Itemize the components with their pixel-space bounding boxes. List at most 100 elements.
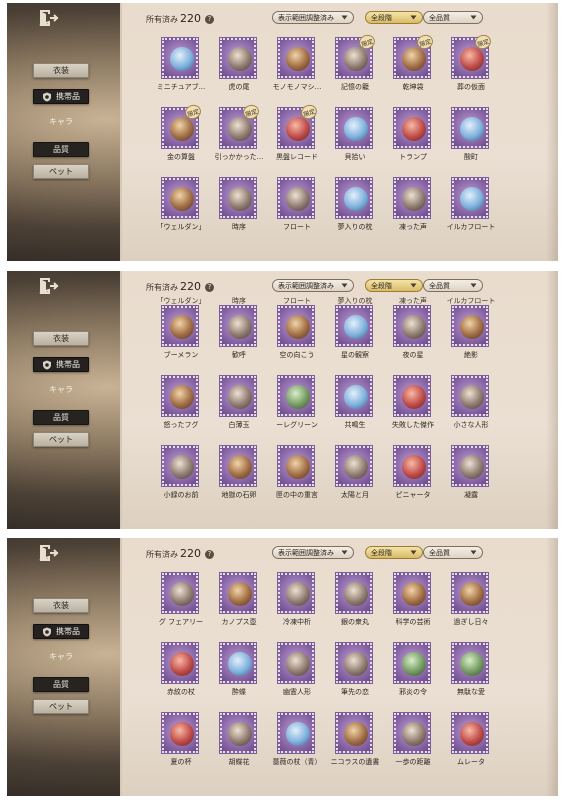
collection-item[interactable]: 限定 記憶の籠 bbox=[326, 32, 384, 104]
dropdown-value: 全品質 bbox=[429, 281, 450, 290]
owned-count: 所有済み 220? bbox=[146, 547, 214, 560]
sidebar-costume-button[interactable]: 衣装 bbox=[33, 598, 89, 613]
collection-item[interactable]: トランプ bbox=[384, 107, 442, 174]
collection-item[interactable]: 薔薇の杖（青） bbox=[268, 712, 326, 779]
collection-item[interactable]: ーレグリーン bbox=[268, 375, 326, 442]
sidebar-carried-button[interactable]: 携帯品 bbox=[33, 357, 89, 372]
collection-item[interactable]: 一歩の距離 bbox=[384, 712, 442, 779]
collection-item[interactable]: 凝露 bbox=[442, 445, 500, 512]
collection-item[interactable]: 歓呼 bbox=[210, 305, 268, 372]
collection-item[interactable]: 限定 葬の仮面 bbox=[442, 32, 500, 104]
sidebar-pet-button[interactable]: ペット bbox=[33, 699, 89, 714]
item-label: 胡蝶花 bbox=[228, 758, 250, 766]
stage-filter-dropdown[interactable]: 全段階 bbox=[365, 546, 423, 559]
item-image bbox=[170, 187, 194, 211]
sidebar-costume-button[interactable]: 衣装 bbox=[33, 63, 89, 78]
collection-item[interactable]: ニコラスの遺書 bbox=[326, 712, 384, 779]
sidebar-chara-label[interactable]: キャラ bbox=[33, 116, 89, 127]
collection-item[interactable]: カノプス壺 bbox=[210, 572, 268, 639]
collection-item[interactable]: 限定 引っかかった... bbox=[210, 102, 268, 174]
collection-item[interactable]: ミニチュアブ... bbox=[152, 37, 210, 104]
item-stamp-icon bbox=[393, 572, 431, 614]
collection-item[interactable]: 太陽と月 bbox=[326, 445, 384, 512]
stage-filter-dropdown[interactable]: 全段階 bbox=[365, 11, 423, 24]
sidebar-costume-button[interactable]: 衣装 bbox=[33, 331, 89, 346]
collection-item[interactable]: 白薄玉 bbox=[210, 375, 268, 442]
collection-item[interactable]: 限定 乾坤袋 bbox=[384, 32, 442, 104]
sidebar-chara-label[interactable]: キャラ bbox=[33, 651, 89, 662]
collection-item[interactable]: 幽霊人形 bbox=[268, 642, 326, 709]
collection-item[interactable]: 「ウェルダン」 bbox=[152, 177, 210, 244]
exit-icon[interactable] bbox=[37, 9, 59, 27]
collection-item[interactable]: 胡蝶花 bbox=[210, 712, 268, 779]
collection-item[interactable]: 共鳴生 bbox=[326, 375, 384, 442]
collection-item[interactable]: イルカフロート bbox=[442, 177, 500, 244]
collection-item[interactable]: 酸町 bbox=[442, 107, 500, 174]
range-filter-dropdown[interactable]: 表示範囲調整済み bbox=[272, 279, 354, 292]
stage-filter-dropdown[interactable]: 全段階 bbox=[365, 279, 423, 292]
collection-item[interactable]: 匣の中の重言 bbox=[268, 445, 326, 512]
item-label: ミニチュアブ... bbox=[156, 83, 206, 91]
sidebar-quality-button[interactable]: 品質 bbox=[33, 677, 89, 692]
owned-label: 所有済み bbox=[146, 550, 178, 559]
sidebar-carried-button[interactable]: 携帯品 bbox=[33, 624, 89, 639]
collection-item[interactable]: 絶影 bbox=[442, 305, 500, 372]
collection-item[interactable]: 空の向こう bbox=[268, 305, 326, 372]
quality-filter-dropdown[interactable]: 全品質 bbox=[423, 279, 483, 292]
collection-item[interactable]: 夢入りの枕 bbox=[326, 177, 384, 244]
collection-item[interactable]: 地獄の石卵 bbox=[210, 445, 268, 512]
owned-label: 所有済み bbox=[146, 283, 178, 292]
collection-item[interactable]: 過ぎし日々 bbox=[442, 572, 500, 639]
collection-item[interactable]: 科学の芸術 bbox=[384, 572, 442, 639]
collection-item[interactable]: ピニャータ bbox=[384, 445, 442, 512]
sidebar-chara-label[interactable]: キャラ bbox=[33, 384, 89, 395]
collection-item[interactable]: 限定 金の算盤 bbox=[152, 102, 210, 174]
collection-item[interactable]: 凍った声 bbox=[384, 177, 442, 244]
sidebar-carried-button[interactable]: 携帯品 bbox=[33, 89, 89, 104]
collection-item[interactable]: ムレータ bbox=[442, 712, 500, 779]
item-label: 黒盤レコード bbox=[276, 153, 318, 161]
item-label: 凝露 bbox=[464, 491, 478, 499]
item-label: 歓呼 bbox=[232, 351, 246, 359]
collection-item[interactable]: 無駄な愛 bbox=[442, 642, 500, 709]
collection-item[interactable]: 冷凍中析 bbox=[268, 572, 326, 639]
collection-item[interactable]: 夜の星 bbox=[384, 305, 442, 372]
quality-filter-dropdown[interactable]: 全品質 bbox=[423, 546, 483, 559]
collection-item[interactable]: 怒ったフグ bbox=[152, 375, 210, 442]
collection-item[interactable]: 邪炎の令 bbox=[384, 642, 442, 709]
collection-item[interactable]: 時序 bbox=[210, 177, 268, 244]
button-label: 衣装 bbox=[53, 66, 69, 75]
collection-item[interactable]: 限定 黒盤レコード bbox=[268, 102, 326, 174]
collection-item[interactable]: 小録のお前 bbox=[152, 445, 210, 512]
item-stamp-icon bbox=[161, 572, 199, 614]
sidebar-quality-button[interactable]: 品質 bbox=[33, 142, 89, 157]
collection-item[interactable]: グ フェアリー bbox=[152, 572, 210, 639]
collection-item[interactable]: 虎の尾 bbox=[210, 37, 268, 104]
collection-item[interactable]: 筆先の恋 bbox=[326, 642, 384, 709]
collection-item[interactable]: 夏の杯 bbox=[152, 712, 210, 779]
sidebar-quality-button[interactable]: 品質 bbox=[33, 410, 89, 425]
item-label: 赤紋の杖 bbox=[167, 688, 195, 696]
collection-item[interactable]: 失敗した傑作 bbox=[384, 375, 442, 442]
collection-item[interactable]: 小さな人形 bbox=[442, 375, 500, 442]
collection-item[interactable]: 星の観察 bbox=[326, 305, 384, 372]
collection-item[interactable]: 酔蝶 bbox=[210, 642, 268, 709]
collection-item[interactable]: ブーメラン bbox=[152, 305, 210, 372]
range-filter-dropdown[interactable]: 表示範囲調整済み bbox=[272, 11, 354, 24]
sidebar-pet-button[interactable]: ペット bbox=[33, 432, 89, 447]
sidebar-pet-button[interactable]: ペット bbox=[33, 164, 89, 179]
item-image bbox=[460, 722, 484, 746]
exit-icon[interactable] bbox=[37, 544, 59, 562]
help-icon[interactable]: ? bbox=[205, 550, 214, 559]
collection-item[interactable]: 赤紋の杖 bbox=[152, 642, 210, 709]
collection-item[interactable]: 貝拾い bbox=[326, 107, 384, 174]
help-icon[interactable]: ? bbox=[205, 15, 214, 24]
help-icon[interactable]: ? bbox=[205, 283, 214, 292]
exit-icon[interactable] bbox=[37, 277, 59, 295]
collection-item[interactable]: フロート bbox=[268, 177, 326, 244]
collection-item[interactable]: モノモノマシ... bbox=[268, 37, 326, 104]
quality-filter-dropdown[interactable]: 全品質 bbox=[423, 11, 483, 24]
range-filter-dropdown[interactable]: 表示範囲調整済み bbox=[272, 546, 354, 559]
item-stamp-icon: 限定 bbox=[393, 32, 435, 79]
collection-item[interactable]: 銀の衆丸 bbox=[326, 572, 384, 639]
